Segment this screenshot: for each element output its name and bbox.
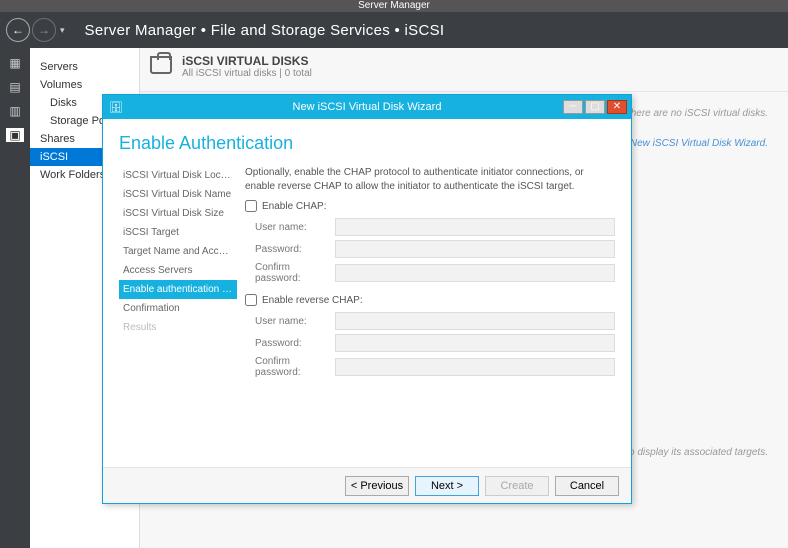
step-confirm[interactable]: Confirmation <box>119 299 237 318</box>
step-target-name[interactable]: Target Name and Access <box>119 242 237 261</box>
chevron-down-icon[interactable]: ▾ <box>60 25 65 36</box>
rail-storage-icon[interactable]: ▣ <box>6 128 24 142</box>
step-auth[interactable]: Enable authentication ser… <box>119 280 237 299</box>
wizard-footer: < Previous Next > Create Cancel <box>103 467 631 503</box>
enable-chap-label: Enable CHAP: <box>262 201 326 212</box>
close-button[interactable]: ✕ <box>607 100 627 114</box>
sidenav-item-volumes[interactable]: Volumes <box>30 76 139 94</box>
create-button: Create <box>485 476 549 496</box>
enable-reverse-chap-checkbox[interactable] <box>245 294 257 306</box>
next-button[interactable]: Next > <box>415 476 479 496</box>
step-location[interactable]: iSCSI Virtual Disk Location <box>119 166 237 185</box>
forward-button[interactable]: → <box>32 18 56 42</box>
arrow-left-icon: ← <box>12 23 24 37</box>
wizard-form: Optionally, enable the CHAP protocol to … <box>245 166 615 459</box>
chap-pass-label: Password: <box>245 244 335 255</box>
sidenav-item-servers[interactable]: Servers <box>30 58 139 76</box>
rchap-user-label: User name: <box>245 316 335 327</box>
enable-reverse-chap-label: Enable reverse CHAP: <box>262 295 363 306</box>
chap-user-label: User name: <box>245 222 335 233</box>
panel-header: iSCSI VIRTUAL DISKS All iSCSI virtual di… <box>140 48 788 92</box>
step-access[interactable]: Access Servers <box>119 261 237 280</box>
enable-chap-checkbox[interactable] <box>245 200 257 212</box>
back-button[interactable]: ← <box>6 18 30 42</box>
minimize-button[interactable]: ─ <box>563 100 583 114</box>
wizard-steps: iSCSI Virtual Disk Location iSCSI Virtua… <box>119 166 237 459</box>
hint-none: There are no iSCSI virtual disks. <box>625 108 768 119</box>
rchap-pass-input[interactable] <box>335 334 615 352</box>
previous-button[interactable]: < Previous <box>345 476 409 496</box>
wizard-heading: Enable Authentication <box>119 133 615 154</box>
rail-all-icon[interactable]: ▥ <box>6 104 24 118</box>
wizard-description: Optionally, enable the CHAP protocol to … <box>245 166 615 194</box>
wizard-dialog: 🗄 New iSCSI Virtual Disk Wizard ─ ▢ ✕ En… <box>102 94 632 504</box>
hdd-icon <box>150 56 172 74</box>
chap-user-input[interactable] <box>335 218 615 236</box>
panel-title: iSCSI VIRTUAL DISKS <box>182 54 312 68</box>
rchap-confirm-label: Confirm password: <box>245 356 335 378</box>
header: ← → ▾ Server Manager • File and Storage … <box>0 12 788 48</box>
wizard-titlebar[interactable]: 🗄 New iSCSI Virtual Disk Wizard ─ ▢ ✕ <box>103 95 631 119</box>
rail-server-icon[interactable]: ▤ <box>6 80 24 94</box>
step-size[interactable]: iSCSI Virtual Disk Size <box>119 204 237 223</box>
step-results: Results <box>119 318 237 337</box>
rchap-user-input[interactable] <box>335 312 615 330</box>
app-titlebar: Server Manager <box>0 0 788 12</box>
chap-pass-input[interactable] <box>335 240 615 258</box>
panel-subtitle: All iSCSI virtual disks | 0 total <box>182 68 312 79</box>
wizard-title-text: New iSCSI Virtual Disk Wizard <box>293 101 442 113</box>
arrow-right-icon: → <box>38 23 50 37</box>
rail-dashboard-icon[interactable]: ▦ <box>6 56 24 70</box>
wizard-icon: 🗄 <box>109 101 123 114</box>
cancel-button[interactable]: Cancel <box>555 476 619 496</box>
nav-arrows: ← → ▾ <box>0 18 71 42</box>
maximize-button[interactable]: ▢ <box>585 100 605 114</box>
rchap-confirm-input[interactable] <box>335 358 615 376</box>
rchap-pass-label: Password: <box>245 338 335 349</box>
step-target[interactable]: iSCSI Target <box>119 223 237 242</box>
nav-rail: ▦ ▤ ▥ ▣ <box>0 48 30 548</box>
breadcrumb[interactable]: Server Manager • File and Storage Servic… <box>71 22 445 39</box>
chap-confirm-input[interactable] <box>335 264 615 282</box>
step-name[interactable]: iSCSI Virtual Disk Name <box>119 185 237 204</box>
chap-confirm-label: Confirm password: <box>245 262 335 284</box>
